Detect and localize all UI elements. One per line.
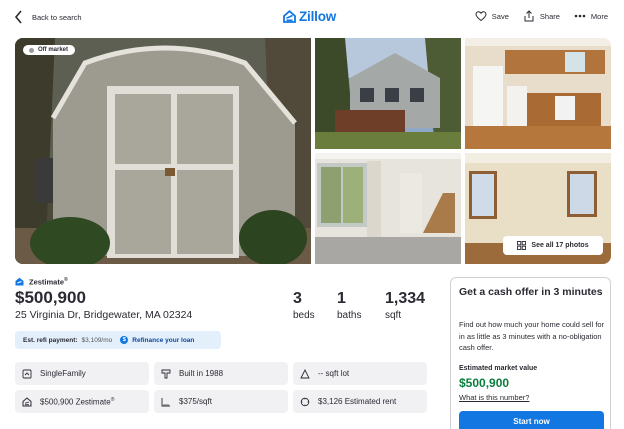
share-label: Share xyxy=(539,11,560,21)
back-label: Back to search xyxy=(32,12,82,22)
beds-stat: 3 beds xyxy=(293,290,315,321)
zillow-logo-icon xyxy=(283,10,296,23)
baths-stat: 1 baths xyxy=(337,290,361,321)
zestimate-label: Zestimate xyxy=(29,277,65,287)
photo-gallery: Off market See all 17 photos xyxy=(15,38,611,264)
what-is-this-link[interactable]: What is this number? xyxy=(459,393,529,402)
fact-estimated-rent: $3,126 Estimated rent xyxy=(293,390,427,413)
refi-label: Est. refi payment: xyxy=(23,336,78,344)
zillow-home-icon xyxy=(15,278,24,286)
fact-price-per-sqft: $375/sqft xyxy=(154,390,288,413)
registered-mark: ® xyxy=(64,277,68,283)
main-photo-shed[interactable]: Off market xyxy=(15,38,311,264)
grid-icon xyxy=(517,241,527,250)
share-button[interactable]: Share xyxy=(523,10,560,22)
estimated-rent-value: $3,126 Estimated rent xyxy=(318,397,397,406)
price-per-sqft-value: $375/sqft xyxy=(179,397,212,406)
refi-amount: $3,109/mo xyxy=(81,336,113,344)
home-icon xyxy=(22,369,32,378)
address: 25 Virginia Dr, Bridgewater, MA 02324 xyxy=(15,309,193,321)
refi-banner: Est. refi payment: $3,109/mo $ Refinance… xyxy=(15,331,221,349)
brand-name: Zillow xyxy=(299,9,337,24)
fact-year-built: Built in 1988 xyxy=(154,362,288,385)
estimated-value-label: Estimated market value xyxy=(459,365,538,372)
cash-offer-card: Get a cash offer in 3 minutes Find out h… xyxy=(450,277,611,429)
registered-mark: ® xyxy=(110,396,115,403)
cash-offer-title: Get a cash offer in 3 minutes xyxy=(459,286,603,298)
save-button[interactable]: Save xyxy=(475,10,509,22)
off-market-label: Off market xyxy=(38,47,69,53)
beds-label: beds xyxy=(293,310,315,321)
status-dot xyxy=(29,47,34,53)
zestimate-value: $500,900 Zestimate xyxy=(40,397,111,407)
heart-icon xyxy=(475,11,487,22)
ruler-icon xyxy=(161,397,170,406)
header-actions: Save Share More xyxy=(475,10,608,22)
baths-label: baths xyxy=(337,310,362,321)
more-button[interactable]: More xyxy=(574,10,608,22)
save-label: Save xyxy=(491,11,509,21)
hammer-icon xyxy=(161,369,171,378)
see-all-photos-button[interactable]: See all 17 photos xyxy=(503,236,603,255)
share-icon xyxy=(524,10,534,22)
dollar-icon: $ xyxy=(120,336,129,344)
sqft-stat: 1,334 sqft xyxy=(385,290,425,321)
sqft-value: 1,334 xyxy=(385,290,426,307)
photo-kitchen[interactable] xyxy=(465,38,611,149)
photo-living-room[interactable] xyxy=(315,153,461,264)
living-room-image xyxy=(315,153,461,264)
more-dots-icon xyxy=(574,14,586,18)
beds-value: 3 xyxy=(293,290,302,307)
price: $500,900 xyxy=(15,288,86,307)
rent-icon xyxy=(300,397,310,406)
year-built-value: Built in 1988 xyxy=(179,369,224,378)
zillow-logo[interactable]: Zillow xyxy=(283,9,336,24)
see-all-label: See all 17 photos xyxy=(531,242,589,249)
back-to-search-link[interactable]: Back to search xyxy=(14,10,82,24)
shed-image xyxy=(15,38,311,264)
lot-icon xyxy=(300,368,310,378)
off-market-badge: Off market xyxy=(23,45,76,55)
home-type-value: SingleFamily xyxy=(40,369,86,378)
cash-offer-description: Find out how much your home could sell f… xyxy=(459,320,605,352)
zestimate-heading: Zestimate® xyxy=(15,277,68,287)
photo-house-exterior[interactable] xyxy=(315,38,461,149)
refinance-link[interactable]: Refinance your loan xyxy=(132,337,194,344)
fact-lot-size: -- sqft lot xyxy=(293,362,427,385)
fact-zestimate: $500,900 Zestimate® xyxy=(15,390,149,413)
top-bar: Back to search Zillow Save Share More xyxy=(0,0,624,36)
zillow-home-icon xyxy=(22,396,32,406)
house-image xyxy=(315,38,461,149)
lot-size-value: -- sqft lot xyxy=(318,369,350,378)
fact-home-type: SingleFamily xyxy=(15,362,149,385)
estimated-value: $500,900 xyxy=(459,376,510,390)
baths-value: 1 xyxy=(337,290,346,307)
start-now-button[interactable]: Start now xyxy=(459,411,604,429)
sqft-label: sqft xyxy=(385,310,402,321)
more-label: More xyxy=(590,11,608,21)
chevron-left-icon xyxy=(14,10,22,24)
kitchen-image xyxy=(465,38,611,149)
